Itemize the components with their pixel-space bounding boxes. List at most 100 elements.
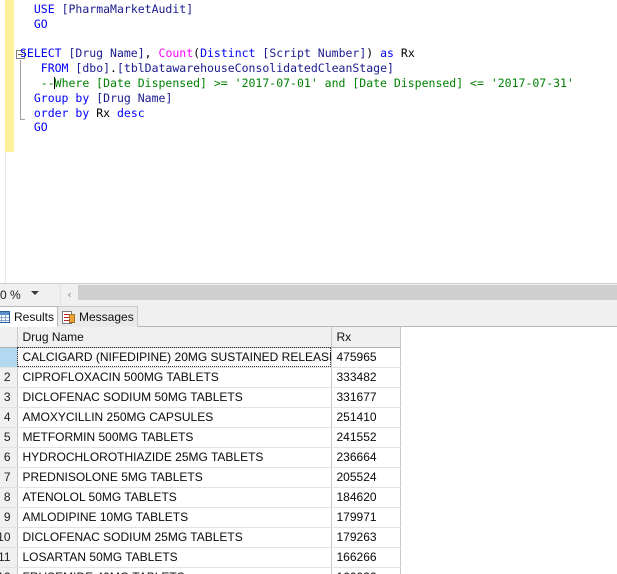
row-selector-header[interactable] xyxy=(0,327,17,347)
cell-rx[interactable]: 236664 xyxy=(331,447,400,467)
table-row[interactable]: 10DICLOFENAC SODIUM 25MG TABLETS179263 xyxy=(0,527,400,547)
cell-rx[interactable]: 251410 xyxy=(331,407,400,427)
tab-messages-label: Messages xyxy=(79,310,134,324)
row-selector-cell[interactable]: 4 xyxy=(0,407,17,427)
code-token-plain: ) xyxy=(366,46,380,60)
cell-rx[interactable]: 184620 xyxy=(331,487,400,507)
cell-drug-name[interactable]: DICLOFENAC SODIUM 25MG TABLETS xyxy=(17,527,331,547)
code-token-kw: desc xyxy=(117,106,145,120)
code-token-fn: Count xyxy=(159,46,194,60)
sql-code-text[interactable]: USE [PharmaMarketAudit] GO SELECT [Drug … xyxy=(20,2,610,135)
tab-messages[interactable]: Messages xyxy=(57,306,138,327)
cell-rx[interactable]: 179263 xyxy=(331,527,400,547)
table-row[interactable]: 5METFORMIN 500MG TABLETS241552 xyxy=(0,427,400,447)
code-token-plain xyxy=(20,120,34,134)
table-row[interactable]: 6HYDROCHLOROTHIAZIDE 25MG TABLETS236664 xyxy=(0,447,400,467)
code-token-kw: Distinct xyxy=(200,46,255,60)
cell-drug-name[interactable]: AMOXYCILLIN 250MG CAPSULES xyxy=(17,407,331,427)
table-row[interactable]: 7PREDNISOLONE 5MG TABLETS205524 xyxy=(0,467,400,487)
code-token-kw: GO xyxy=(34,17,48,31)
code-token-ident: [Drug Name] xyxy=(68,46,144,60)
sql-editor-pane[interactable]: USE [PharmaMarketAudit] GO SELECT [Drug … xyxy=(0,0,617,283)
scroll-left-icon[interactable]: ‹ xyxy=(62,286,77,303)
code-token-ident: [Script Number] xyxy=(262,46,366,60)
code-line: Group by [Drug Name] xyxy=(20,91,610,106)
cell-drug-name[interactable]: HYDROCHLOROTHIAZIDE 25MG TABLETS xyxy=(17,447,331,467)
code-token-plain xyxy=(20,17,34,31)
cell-drug-name[interactable]: CALCIGARD (NIFEDIPINE) 20MG SUSTAINED RE… xyxy=(17,347,331,367)
code-line: FROM [dbo].[tblDatawarehouseConsolidated… xyxy=(20,61,610,76)
cell-rx[interactable]: 205524 xyxy=(331,467,400,487)
code-line xyxy=(20,32,610,47)
grid-body: CALCIGARD (NIFEDIPINE) 20MG SUSTAINED RE… xyxy=(0,347,400,574)
code-token-ident: [tblDatawarehouseConsolidatedCleanStage] xyxy=(117,61,394,75)
table-row[interactable]: 2CIPROFLOXACIN 500MG TABLETS333482 xyxy=(0,367,400,387)
table-row[interactable]: 9AMLODIPINE 10MG TABLETS179971 xyxy=(0,507,400,527)
row-selector-cell[interactable] xyxy=(0,347,17,367)
code-token-kw: as xyxy=(380,46,394,60)
code-line: SELECT [Drug Name], Count(Distinct [Scri… xyxy=(20,46,610,61)
cell-rx[interactable]: 475965 xyxy=(331,347,400,367)
cell-drug-name[interactable]: DICLOFENAC SODIUM 50MG TABLETS xyxy=(17,387,331,407)
code-token-ident: [Drug Name] xyxy=(96,91,172,105)
cell-drug-name[interactable]: PREDNISOLONE 5MG TABLETS xyxy=(17,467,331,487)
row-selector-cell[interactable]: 9 xyxy=(0,507,17,527)
code-token-kw: SELECT xyxy=(20,46,62,60)
code-token-plain xyxy=(20,61,41,75)
table-row[interactable]: CALCIGARD (NIFEDIPINE) 20MG SUSTAINED RE… xyxy=(0,347,400,367)
table-row[interactable]: 3DICLOFENAC SODIUM 50MG TABLETS331677 xyxy=(0,387,400,407)
code-token-plain xyxy=(20,106,34,120)
code-token-cmt: Where [Date Dispensed] >= '2017-07-01' a… xyxy=(55,76,574,90)
row-selector-cell[interactable]: 10 xyxy=(0,527,17,547)
cell-rx[interactable]: 331677 xyxy=(331,387,400,407)
cell-drug-name[interactable]: AMLODIPINE 10MG TABLETS xyxy=(17,507,331,527)
code-token-kw: Group xyxy=(34,91,69,105)
cell-rx[interactable]: 160032 xyxy=(331,567,400,574)
code-token-ident: [PharmaMarketAudit] xyxy=(62,2,194,16)
row-selector-cell[interactable]: 11 xyxy=(0,547,17,567)
cell-drug-name[interactable]: FRUSEMIDE 40MG TABLETS xyxy=(17,567,331,574)
column-header-rx[interactable]: Rx xyxy=(331,327,400,347)
chevron-down-icon[interactable] xyxy=(31,291,39,295)
table-row[interactable]: 12FRUSEMIDE 40MG TABLETS160032 xyxy=(0,567,400,574)
row-selector-cell[interactable]: 7 xyxy=(0,467,17,487)
cell-drug-name[interactable]: LOSARTAN 50MG TABLETS xyxy=(17,547,331,567)
row-selector-cell[interactable]: 2 xyxy=(0,367,17,387)
results-tab-strip: Results Messages xyxy=(0,305,617,327)
column-header-drug-name[interactable]: Drug Name xyxy=(17,327,331,347)
row-selector-cell[interactable]: 12 xyxy=(0,567,17,574)
cell-rx[interactable]: 179971 xyxy=(331,507,400,527)
cell-drug-name[interactable]: CIPROFLOXACIN 500MG TABLETS xyxy=(17,367,331,387)
table-row[interactable]: 8ATENOLOL 50MG TABLETS184620 xyxy=(0,487,400,507)
row-selector-cell[interactable]: 5 xyxy=(0,427,17,447)
cell-rx[interactable]: 166266 xyxy=(331,547,400,567)
results-grid-pane[interactable]: Drug Name Rx CALCIGARD (NIFEDIPINE) 20MG… xyxy=(0,327,617,574)
code-token-plain: . xyxy=(110,61,117,75)
tab-results[interactable]: Results xyxy=(0,306,58,327)
cell-rx[interactable]: 241552 xyxy=(331,427,400,447)
code-token-kw: FROM xyxy=(41,61,69,75)
code-token-kw: by xyxy=(75,91,89,105)
row-selector-cell[interactable]: 8 xyxy=(0,487,17,507)
code-token-plain xyxy=(20,91,34,105)
code-token-plain xyxy=(20,76,41,90)
cell-drug-name[interactable]: METFORMIN 500MG TABLETS xyxy=(17,427,331,447)
cell-drug-name[interactable]: ATENOLOL 50MG TABLETS xyxy=(17,487,331,507)
grid-icon xyxy=(0,311,10,323)
horizontal-scrollbar[interactable] xyxy=(78,285,617,300)
editor-status-strip: 0 % ‹ xyxy=(0,283,617,305)
row-selector-cell[interactable]: 6 xyxy=(0,447,17,467)
code-token-cmt: -- xyxy=(41,76,55,90)
messages-icon xyxy=(62,311,75,324)
code-token-kw: order xyxy=(34,106,69,120)
row-selector-cell[interactable]: 3 xyxy=(0,387,17,407)
code-token-kw: by xyxy=(75,106,89,120)
cell-rx[interactable]: 333482 xyxy=(331,367,400,387)
code-line: --Where [Date Dispensed] >= '2017-07-01'… xyxy=(20,76,610,91)
code-line: USE [PharmaMarketAudit] xyxy=(20,2,610,17)
table-row[interactable]: 11LOSARTAN 50MG TABLETS166266 xyxy=(0,547,400,567)
results-grid[interactable]: Drug Name Rx CALCIGARD (NIFEDIPINE) 20MG… xyxy=(0,327,401,574)
zoom-level-combobox[interactable]: 0 % xyxy=(0,285,46,304)
table-row[interactable]: 4AMOXYCILLIN 250MG CAPSULES251410 xyxy=(0,407,400,427)
code-token-kw: USE xyxy=(34,2,55,16)
